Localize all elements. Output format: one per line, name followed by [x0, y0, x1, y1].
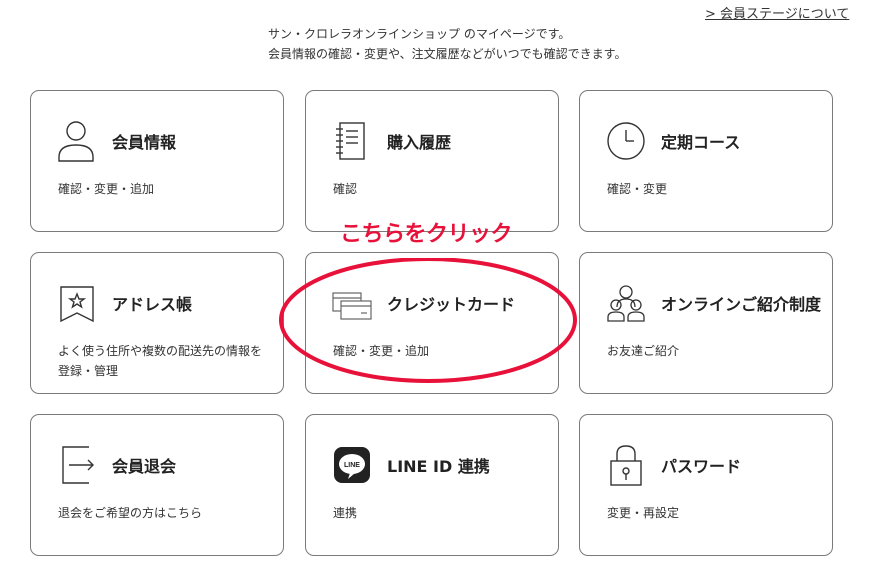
card-desc: 退会をご希望の方はこちら: [58, 506, 203, 520]
intro-text: サン・クロレラオンラインショップ のマイページです。 会員情報の確認・変更や、注…: [268, 24, 688, 64]
notebook-icon: [332, 119, 372, 163]
card-desc: 連携: [333, 506, 358, 520]
clock-icon: [606, 119, 646, 163]
line-logo-text: LINE: [344, 462, 360, 469]
user-icon: [57, 119, 97, 163]
exit-arrow-icon: [57, 443, 97, 487]
card-title: 会員退会: [112, 457, 177, 476]
address-book-card[interactable]: アドレス帳 よく使う住所や複数の配送先の情報を登録・管理: [30, 252, 284, 394]
card-desc: 確認・変更・追加: [58, 182, 155, 196]
card-title: パスワード: [661, 457, 742, 476]
subscription-course-card[interactable]: 定期コース 確認・変更: [579, 90, 833, 232]
people-group-icon: [606, 281, 646, 325]
bookmark-star-icon: [57, 281, 97, 325]
card-title: オンラインご紹介制度: [661, 295, 822, 314]
card-title: LINE ID 連携: [387, 457, 490, 476]
card-title: 会員情報: [112, 133, 177, 152]
card-desc: お友達ご紹介: [607, 344, 680, 358]
highlight-ellipse: [279, 258, 577, 383]
member-info-card[interactable]: 会員情報 確認・変更・追加: [30, 90, 284, 232]
card-desc: 変更・再設定: [607, 506, 680, 520]
membership-cancel-card[interactable]: 会員退会 退会をご希望の方はこちら: [30, 414, 284, 556]
intro-line-1: サン・クロレラオンラインショップ のマイページです。: [268, 27, 571, 41]
card-desc: 確認・変更: [607, 182, 668, 196]
card-desc: 確認: [333, 182, 358, 196]
line-id-link-card[interactable]: LINE LINE ID 連携 連携: [305, 414, 559, 556]
password-card[interactable]: パスワード 変更・再設定: [579, 414, 833, 556]
referral-program-card[interactable]: オンラインご紹介制度 お友達ご紹介: [579, 252, 833, 394]
intro-line-2: 会員情報の確認・変更や、注文履歴などがいつでも確認できます。: [268, 47, 627, 61]
purchase-history-card[interactable]: 購入履歴 確認: [305, 90, 559, 232]
card-title: アドレス帳: [112, 295, 193, 314]
member-stage-link[interactable]: > 会員ステージについて: [705, 3, 849, 22]
line-logo-icon: LINE: [332, 443, 372, 487]
card-title: 購入履歴: [387, 133, 452, 152]
padlock-icon: [606, 443, 646, 487]
card-title: 定期コース: [661, 133, 741, 152]
click-here-annotation: こちらをクリック: [340, 222, 513, 247]
card-desc: よく使う住所や複数の配送先の情報を登録・管理: [58, 344, 263, 378]
